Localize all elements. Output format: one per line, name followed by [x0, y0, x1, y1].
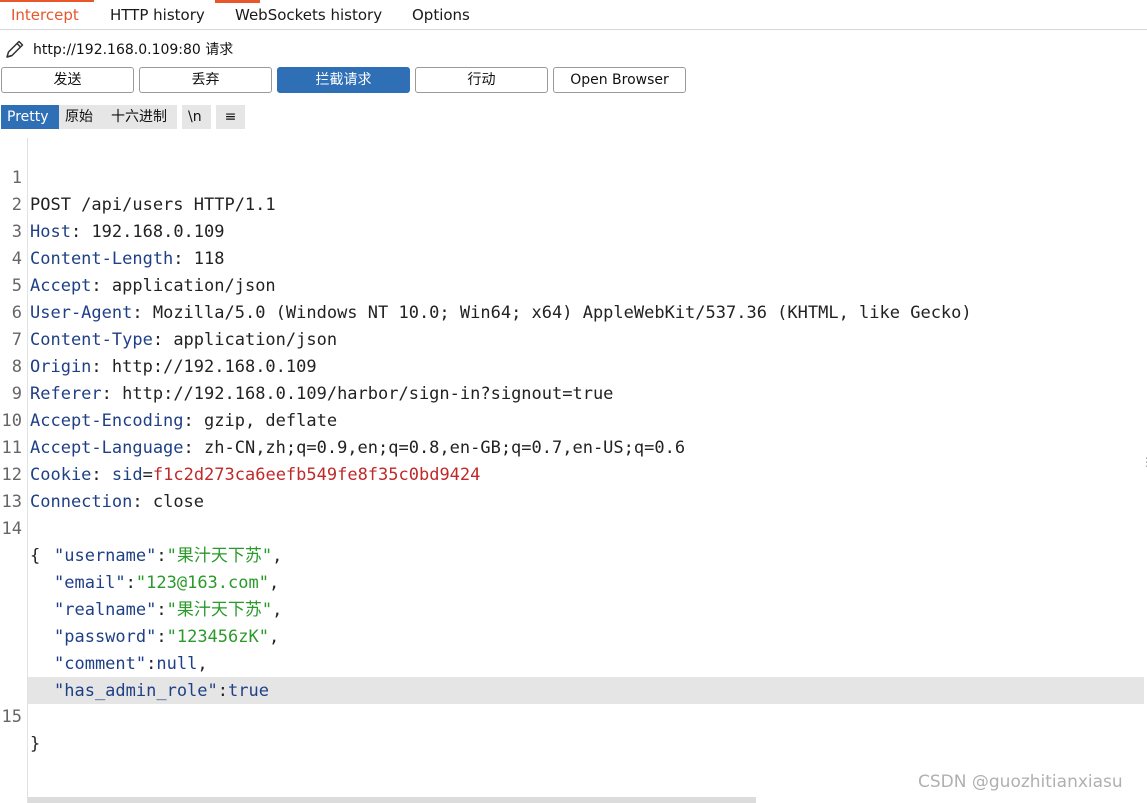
json-field: "has_admin_role":true — [0, 651, 269, 701]
header-separator: : — [91, 357, 112, 377]
cookie-value: f1c2d273ca6eefb549fe8f35c0bd9424 — [152, 465, 481, 485]
header-line: 10 Accept-Language: zh-CN,zh;q=0.9,en;q=… — [0, 381, 686, 458]
json-key: "comment" — [54, 654, 147, 674]
header-value: application/json — [173, 330, 338, 350]
header-line: 6 Content-Type: application/json — [0, 273, 337, 350]
request-target-row: http://192.168.0.109:80 请求 — [0, 36, 600, 64]
header-name: Accept-Encoding — [30, 411, 184, 431]
header-value: zh-CN,zh;q=0.9,en;q=0.8,en-GB;q=0.7,en-U… — [204, 438, 686, 458]
json-field: "password":"123456zK", — [0, 597, 279, 647]
tab-bar: Intercept HTTP history WebSockets histor… — [0, 0, 1147, 30]
json-key: "password" — [54, 627, 157, 647]
header-name: Connection — [30, 492, 133, 512]
json-key: "username" — [54, 546, 157, 566]
tab-websockets-history[interactable]: WebSockets history — [235, 0, 382, 30]
json-colon: : — [217, 681, 229, 701]
json-value: "123456zK" — [166, 627, 269, 647]
tab-pretty[interactable]: Pretty — [1, 105, 59, 129]
json-value: "果汁天下苏" — [166, 546, 273, 566]
tab-hex[interactable]: 十六进制 — [105, 105, 177, 129]
json-comma: , — [268, 573, 280, 593]
horizontal-scrollbar[interactable] — [28, 797, 756, 803]
header-separator: : — [183, 438, 205, 458]
tab-http-history[interactable]: HTTP history — [110, 0, 205, 30]
header-value: 118 — [193, 249, 225, 269]
header-separator: : — [91, 276, 112, 296]
header-separator: : — [183, 411, 205, 431]
header-name: Content-Type — [30, 330, 153, 350]
header-value: http://192.168.0.109/harbor/sign-in?sign… — [122, 384, 614, 404]
header-separator: : — [70, 222, 92, 242]
header-line: 5 User-Agent: Mozilla/5.0 (Windows NT 10… — [0, 246, 972, 323]
json-brace: } — [30, 734, 41, 754]
open-browser-button[interactable]: Open Browser — [553, 67, 686, 93]
header-value: application/json — [111, 276, 276, 296]
action-button[interactable]: 行动 — [415, 67, 548, 93]
tab-options[interactable]: Options — [412, 0, 470, 30]
newline-toggle[interactable]: \n — [182, 105, 211, 129]
request-line-text: POST /api/users HTTP/1.1 — [30, 195, 276, 215]
header-name: Content-Length — [30, 249, 174, 269]
header-line: 2 Host: 192.168.0.109 — [0, 165, 225, 242]
header-value: Mozilla/5.0 (Windows NT 10.0; Win64; x64… — [152, 303, 972, 323]
json-value: true — [228, 681, 269, 701]
json-comma: , — [272, 600, 283, 620]
json-comma: , — [272, 546, 283, 566]
header-separator: : — [152, 330, 174, 350]
line-number: 15 — [1, 707, 22, 727]
header-line: 3 Content-Length: 118 — [0, 192, 225, 269]
json-key: "has_admin_role" — [54, 681, 218, 701]
header-line: 7 Origin: http://192.168.0.109 — [0, 300, 317, 377]
header-separator: : — [91, 465, 112, 485]
header-name: User-Agent — [30, 303, 133, 323]
json-key: "realname" — [54, 600, 157, 620]
json-field: "email":"123@163.com", — [0, 543, 279, 593]
menu-icon[interactable]: ≡ — [216, 105, 245, 129]
header-name: Accept-Language — [30, 438, 184, 458]
pencil-icon[interactable] — [4, 38, 26, 60]
header-separator: : — [132, 303, 153, 323]
header-line: 8 Referer: http://192.168.0.109/harbor/s… — [0, 327, 614, 404]
json-body-close: 15 } — [0, 677, 41, 754]
json-value: null — [156, 654, 198, 674]
forward-button[interactable]: 发送 — [1, 67, 134, 93]
cookie-equals: = — [142, 465, 153, 485]
json-body-open: 14 { — [0, 489, 41, 566]
request-line: 1 POST /api/users HTTP/1.1 — [0, 138, 276, 215]
header-line: 4 Accept: application/json — [0, 219, 276, 296]
json-key: "email" — [54, 573, 126, 593]
header-separator: : — [173, 249, 194, 269]
header-value: http://192.168.0.109 — [111, 357, 317, 377]
header-separator: : — [101, 384, 123, 404]
header-value: close — [152, 492, 205, 512]
header-line: 9 Accept-Encoding: gzip, deflate — [0, 354, 337, 431]
request-editor[interactable]: 1 POST /api/users HTTP/1.1 2 Host: 192.1… — [0, 138, 1147, 803]
json-value: "123@163.com" — [135, 573, 269, 593]
drop-button[interactable]: 丢弃 — [139, 67, 272, 93]
header-value: 192.168.0.109 — [91, 222, 225, 242]
json-value: "果汁天下苏" — [166, 600, 273, 620]
json-comma: , — [197, 654, 208, 674]
json-field: "comment":null, — [0, 624, 208, 674]
json-colon: : — [156, 627, 167, 647]
json-colon: : — [146, 654, 157, 674]
cookie-name: sid — [111, 465, 143, 485]
json-colon: : — [156, 546, 167, 566]
tab-raw[interactable]: 原始 — [59, 105, 105, 129]
request-url: http://192.168.0.109:80 请求 — [33, 42, 234, 58]
json-colon: : — [156, 600, 167, 620]
blank-line: 13 — [0, 462, 41, 512]
drag-handle-icon[interactable]: ⋮ — [1141, 456, 1147, 476]
cookie-line: 11 Cookie: sid=f1c2d273ca6eefb549fe8f35c… — [0, 408, 481, 485]
json-field: "realname":"果汁天下苏", — [0, 570, 282, 620]
header-value: gzip, deflate — [204, 411, 338, 431]
json-colon: : — [125, 573, 136, 593]
json-field: "username":"果汁天下苏", — [0, 516, 282, 566]
watermark: CSDN @guozhitianxiasu — [918, 772, 1123, 792]
header-line: 12 Connection: close — [0, 435, 205, 512]
tab-intercept[interactable]: Intercept — [11, 0, 79, 30]
header-separator: : — [132, 492, 153, 512]
json-comma: , — [268, 627, 280, 647]
intercept-toggle-button[interactable]: 拦截请求 — [277, 67, 410, 93]
